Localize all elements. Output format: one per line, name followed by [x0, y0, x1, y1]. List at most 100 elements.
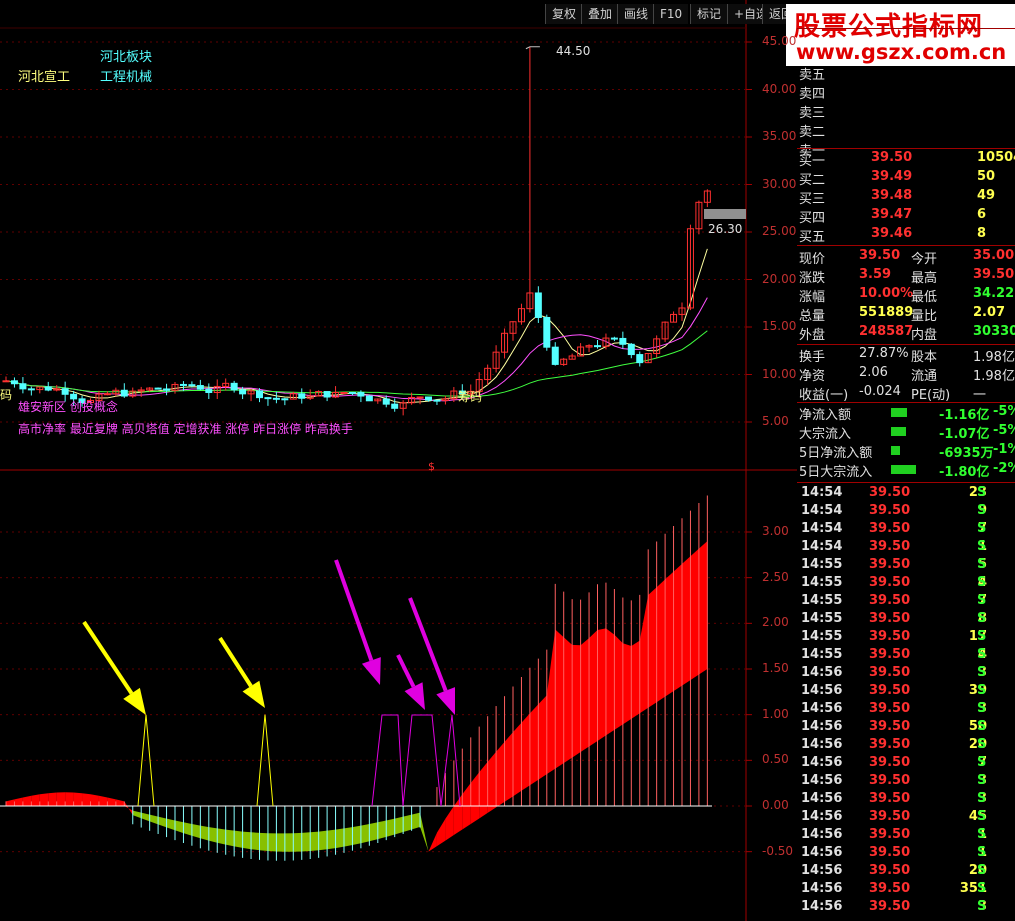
tick-side: S — [977, 827, 987, 842]
quote-panel: 卖五卖四卖三卖二卖一买一39.5010504买二39.4950买三39.4849… — [797, 0, 1015, 921]
indicator-band-segment — [428, 832, 437, 852]
candle-body — [196, 385, 204, 390]
candle-body — [272, 397, 280, 400]
tick-price: 39.50 — [869, 575, 911, 590]
indicator-band-segment — [284, 833, 294, 852]
chart-area[interactable]: $ — [0, 0, 797, 921]
current-price-marker: 26.30 — [708, 222, 743, 236]
tick-row: 14:54 39.50 1 S — [797, 539, 1015, 557]
tick-row: 14:56 39.50 3 S — [797, 899, 1015, 917]
tick-side: S — [977, 809, 987, 824]
toolbar-button-2[interactable]: 画线 — [617, 4, 655, 24]
panel-divider — [797, 482, 1015, 483]
toolbar-button-1[interactable]: 叠加 — [581, 4, 619, 24]
tick-row: 14:55 39.50 7 S — [797, 593, 1015, 611]
quote-stat-row: 外盘 248587内盘 303302 — [797, 324, 1015, 343]
indicator-band-segment — [242, 831, 252, 850]
toolbar-button-3[interactable]: F10 — [653, 4, 689, 24]
indicator-band-segment — [225, 829, 235, 847]
tick-price: 39.50 — [869, 557, 911, 572]
candle-body — [298, 393, 306, 399]
indicator-band-segment — [445, 806, 454, 841]
tick-row: 14:56 39.50 351 S — [797, 881, 1015, 899]
buy-level-label: 买二 — [799, 173, 826, 188]
tick-price: 39.50 — [869, 809, 911, 824]
tick-price: 39.50 — [869, 899, 911, 914]
candle-body — [594, 345, 601, 348]
indicator-band-segment — [183, 822, 192, 836]
candle-body — [365, 395, 373, 402]
panel-divider — [797, 245, 1015, 246]
tick-time: 14:56 — [801, 899, 843, 914]
stat-key: 外盘 — [799, 328, 826, 343]
high-pointer — [525, 46, 540, 50]
flow-bar — [891, 408, 907, 417]
tick-row: 14:54 39.50 23 S — [797, 485, 1015, 503]
stat-key: PE(动) — [911, 388, 951, 403]
buy-level-row: 买五 39.46 8 — [797, 226, 1015, 245]
flow-bar — [891, 427, 906, 436]
arrow-head — [242, 680, 265, 708]
candle-body — [44, 386, 52, 391]
candle-body — [425, 396, 432, 401]
indicator-band-segment — [234, 830, 243, 848]
candle-body — [154, 387, 162, 390]
tick-row: 14:56 39.50 20 S — [797, 863, 1015, 881]
stat-key: 最低 — [911, 290, 938, 305]
flow-bar — [891, 465, 916, 474]
tick-row: 14:55 39.50 4 S — [797, 647, 1015, 665]
quote-stat-row: 现价 39.50 今开 35.00 — [797, 248, 1015, 267]
buy-level-volume: 10504 — [977, 150, 1015, 165]
tick-price: 39.50 — [869, 611, 911, 626]
tick-row: 14:56 39.50 45 S — [797, 809, 1015, 827]
tick-row: 14:55 39.50 17 S — [797, 629, 1015, 647]
tick-time: 14:56 — [801, 863, 843, 878]
sell-level-row: 卖二 — [797, 121, 1015, 140]
buy-level-volume: 6 — [977, 207, 987, 222]
stat-value: 39.50 — [973, 267, 1015, 282]
quote-stat-row: 总量 551889 量比 2.07 — [797, 305, 1015, 324]
arrow-head — [361, 657, 381, 685]
indicator-band-segment — [631, 640, 640, 719]
tick-row: 14:56 39.50 3 S — [797, 665, 1015, 683]
flow-percent: -1% — [993, 442, 1015, 457]
stat-value: 39.50 — [859, 248, 901, 263]
indicator-band-segment — [166, 818, 175, 831]
flow-value: -1.07亿 — [939, 427, 990, 442]
arrow-head — [123, 687, 146, 715]
indicator-band-segment — [141, 812, 150, 822]
buy-level-volume: 50 — [977, 169, 996, 184]
buy-level-price: 39.49 — [871, 169, 913, 184]
tick-time: 14:56 — [801, 809, 843, 824]
indicator-band-segment — [56, 792, 66, 806]
panel-divider — [797, 402, 1015, 403]
tick-price: 39.50 — [869, 845, 911, 860]
toolbar-button-0[interactable]: 复权 — [545, 4, 583, 24]
tick-time: 14:56 — [801, 737, 843, 752]
indicator-band-segment — [158, 816, 167, 828]
indicator-band-segment — [504, 732, 513, 802]
indicator-tick-7: -0.50 — [762, 843, 794, 858]
candle-body — [27, 388, 35, 391]
indicator-band-segment — [538, 695, 547, 780]
indicator-band-segment — [251, 832, 260, 851]
tick-time: 14:55 — [801, 593, 843, 608]
indicator-band-segment — [208, 827, 218, 843]
tick-row: 14:54 39.50 7 S — [797, 521, 1015, 539]
tick-side: S — [977, 737, 987, 752]
flow-percent: -5% — [993, 423, 1015, 438]
buy-level-row: 买一 39.50 10504 — [797, 150, 1015, 169]
tick-row: 14:56 39.50 3 S — [797, 773, 1015, 791]
stat-value: 2.06 — [859, 365, 888, 380]
tick-price: 39.50 — [869, 755, 911, 770]
indicator-band-segment — [479, 761, 488, 819]
flow-key: 5日大宗流入 — [799, 465, 873, 480]
sell-level-label: 卖四 — [799, 87, 826, 102]
stat-value: 303302 — [973, 324, 1015, 339]
arrow-shaft — [396, 654, 416, 688]
indicator-band-segment — [107, 797, 116, 806]
stat-value: 2.07 — [973, 305, 1006, 320]
flow-value: -1.16亿 — [939, 408, 990, 423]
toolbar-button-4[interactable]: 标记 — [690, 4, 728, 24]
indicator-tick-1: 2.50 — [762, 569, 789, 584]
